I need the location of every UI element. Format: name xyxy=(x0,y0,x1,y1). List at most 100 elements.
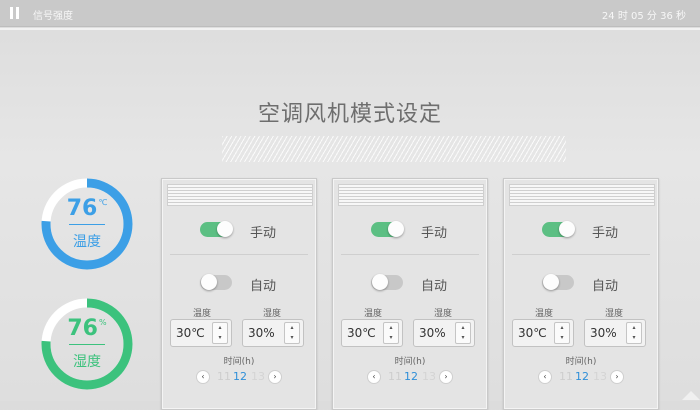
humidity-stepper[interactable]: 30% ▴ ▾ xyxy=(584,319,646,347)
stepper-buttons: ▴ ▾ xyxy=(455,322,471,344)
vent-grille xyxy=(167,184,313,206)
corner-up-icon[interactable] xyxy=(682,391,700,400)
temperature-field-label: 温度 xyxy=(193,309,212,319)
toggle-knob xyxy=(559,221,575,237)
humidity-label: 湿度 xyxy=(73,354,101,370)
increment-button[interactable]: ▴ xyxy=(555,323,569,333)
gauge-separator xyxy=(69,224,105,225)
humidity-field-label: 湿度 xyxy=(605,309,624,319)
manual-label: 手动 xyxy=(250,226,277,241)
divider xyxy=(341,254,479,255)
temperature-label: 温度 xyxy=(73,234,101,250)
auto-row: 自动 xyxy=(333,273,487,294)
hour-selected[interactable]: 12 xyxy=(575,370,589,383)
decrement-button[interactable]: ▾ xyxy=(285,333,299,343)
auto-toggle[interactable] xyxy=(542,274,574,290)
manual-label: 手动 xyxy=(592,226,619,241)
title-underline-decoration xyxy=(222,136,566,162)
auto-label: 自动 xyxy=(250,279,277,294)
temperature-field-label: 温度 xyxy=(535,309,554,319)
stepper-buttons: ▴ ▾ xyxy=(626,322,642,344)
next-hour-button[interactable]: › xyxy=(610,370,624,384)
humidity-stepper[interactable]: 30% ▴ ▾ xyxy=(413,319,475,347)
vent-grille xyxy=(509,184,655,206)
divider xyxy=(0,26,700,27)
hour-picker: ‹ 11 12 13 › xyxy=(504,370,658,384)
time-label: 时间(h) xyxy=(223,357,255,367)
toggle-knob xyxy=(372,274,388,290)
auto-label: 自动 xyxy=(592,279,619,294)
toggle-knob xyxy=(201,274,217,290)
manual-toggle[interactable] xyxy=(542,221,575,237)
humidity-stepper[interactable]: 30% ▴ ▾ xyxy=(242,319,304,347)
decrement-button[interactable]: ▾ xyxy=(627,333,641,343)
signal-label: 信号强度 xyxy=(33,11,73,22)
decrement-button[interactable]: ▾ xyxy=(213,333,227,343)
humidity-gauge: 76% 湿度 xyxy=(41,298,133,390)
divider xyxy=(512,254,650,255)
temperature-setpoint: 30℃ xyxy=(347,326,376,340)
increment-button[interactable]: ▴ xyxy=(384,323,398,333)
decrement-button[interactable]: ▾ xyxy=(456,333,470,343)
humidity-setpoint: 30% xyxy=(590,326,617,340)
manual-toggle[interactable] xyxy=(200,221,233,237)
temperature-value: 76℃ xyxy=(66,196,108,221)
hour-picker: ‹ 11 12 13 › xyxy=(333,370,487,384)
humidity-field-label: 湿度 xyxy=(263,309,282,319)
hour-option[interactable]: 13 xyxy=(422,370,436,383)
next-hour-button[interactable]: › xyxy=(439,370,453,384)
increment-button[interactable]: ▴ xyxy=(627,323,641,333)
manual-toggle[interactable] xyxy=(371,221,404,237)
temperature-stepper[interactable]: 30℃ ▴ ▾ xyxy=(512,319,574,347)
humidity-field-label: 湿度 xyxy=(434,309,453,319)
time-label: 时间(h) xyxy=(394,357,426,367)
fan-panel-1: 手动 自动 温度 湿度 30℃ ▴ ▾ 30% ▴ ▾ 时间(h) ‹ 11 1… xyxy=(161,178,317,410)
toggle-knob xyxy=(543,274,559,290)
toggle-knob xyxy=(217,221,233,237)
stepper-buttons: ▴ ▾ xyxy=(212,322,228,344)
hour-selected[interactable]: 12 xyxy=(233,370,247,383)
hour-option[interactable]: 11 xyxy=(217,370,231,383)
fan-panel-2: 手动 自动 温度 湿度 30℃ ▴ ▾ 30% ▴ ▾ 时间(h) ‹ 11 1… xyxy=(332,178,488,410)
auto-toggle[interactable] xyxy=(200,274,232,290)
stepper-buttons: ▴ ▾ xyxy=(383,322,399,344)
manual-row: 手动 xyxy=(162,220,316,241)
hour-option[interactable]: 13 xyxy=(251,370,265,383)
auto-toggle[interactable] xyxy=(371,274,403,290)
divider xyxy=(170,254,308,255)
decrement-button[interactable]: ▾ xyxy=(555,333,569,343)
decrement-button[interactable]: ▾ xyxy=(384,333,398,343)
divider xyxy=(0,28,700,30)
hour-option[interactable]: 13 xyxy=(593,370,607,383)
increment-button[interactable]: ▴ xyxy=(213,323,227,333)
temperature-setpoint: 30℃ xyxy=(518,326,547,340)
next-hour-button[interactable]: › xyxy=(268,370,282,384)
temperature-field-label: 温度 xyxy=(364,309,383,319)
auto-row: 自动 xyxy=(504,273,658,294)
increment-button[interactable]: ▴ xyxy=(456,323,470,333)
stepper-buttons: ▴ ▾ xyxy=(554,322,570,344)
hour-option[interactable]: 11 xyxy=(559,370,573,383)
page-title: 空调风机模式设定 xyxy=(257,102,442,127)
increment-button[interactable]: ▴ xyxy=(285,323,299,333)
prev-hour-button[interactable]: ‹ xyxy=(367,370,381,384)
temperature-stepper[interactable]: 30℃ ▴ ▾ xyxy=(341,319,403,347)
status-bar: 信号强度 24 时 05 分 36 秒 xyxy=(0,0,700,26)
hour-picker: ‹ 11 12 13 › xyxy=(162,370,316,384)
fan-panel-3: 手动 自动 温度 湿度 30℃ ▴ ▾ 30% ▴ ▾ 时间(h) ‹ 11 1… xyxy=(503,178,659,410)
time-label: 时间(h) xyxy=(565,357,597,367)
humidity-value: 76% xyxy=(67,316,107,341)
temperature-gauge: 76℃ 温度 xyxy=(41,178,133,270)
vent-grille xyxy=(338,184,484,206)
manual-label: 手动 xyxy=(421,226,448,241)
humidity-setpoint: 30% xyxy=(248,326,275,340)
hour-selected[interactable]: 12 xyxy=(404,370,418,383)
temperature-stepper[interactable]: 30℃ ▴ ▾ xyxy=(170,319,232,347)
clock: 24 时 05 分 36 秒 xyxy=(601,11,686,22)
hour-option[interactable]: 11 xyxy=(388,370,402,383)
humidity-setpoint: 30% xyxy=(419,326,446,340)
prev-hour-button[interactable]: ‹ xyxy=(196,370,210,384)
toggle-knob xyxy=(388,221,404,237)
prev-hour-button[interactable]: ‹ xyxy=(538,370,552,384)
signal-icon xyxy=(10,7,20,19)
